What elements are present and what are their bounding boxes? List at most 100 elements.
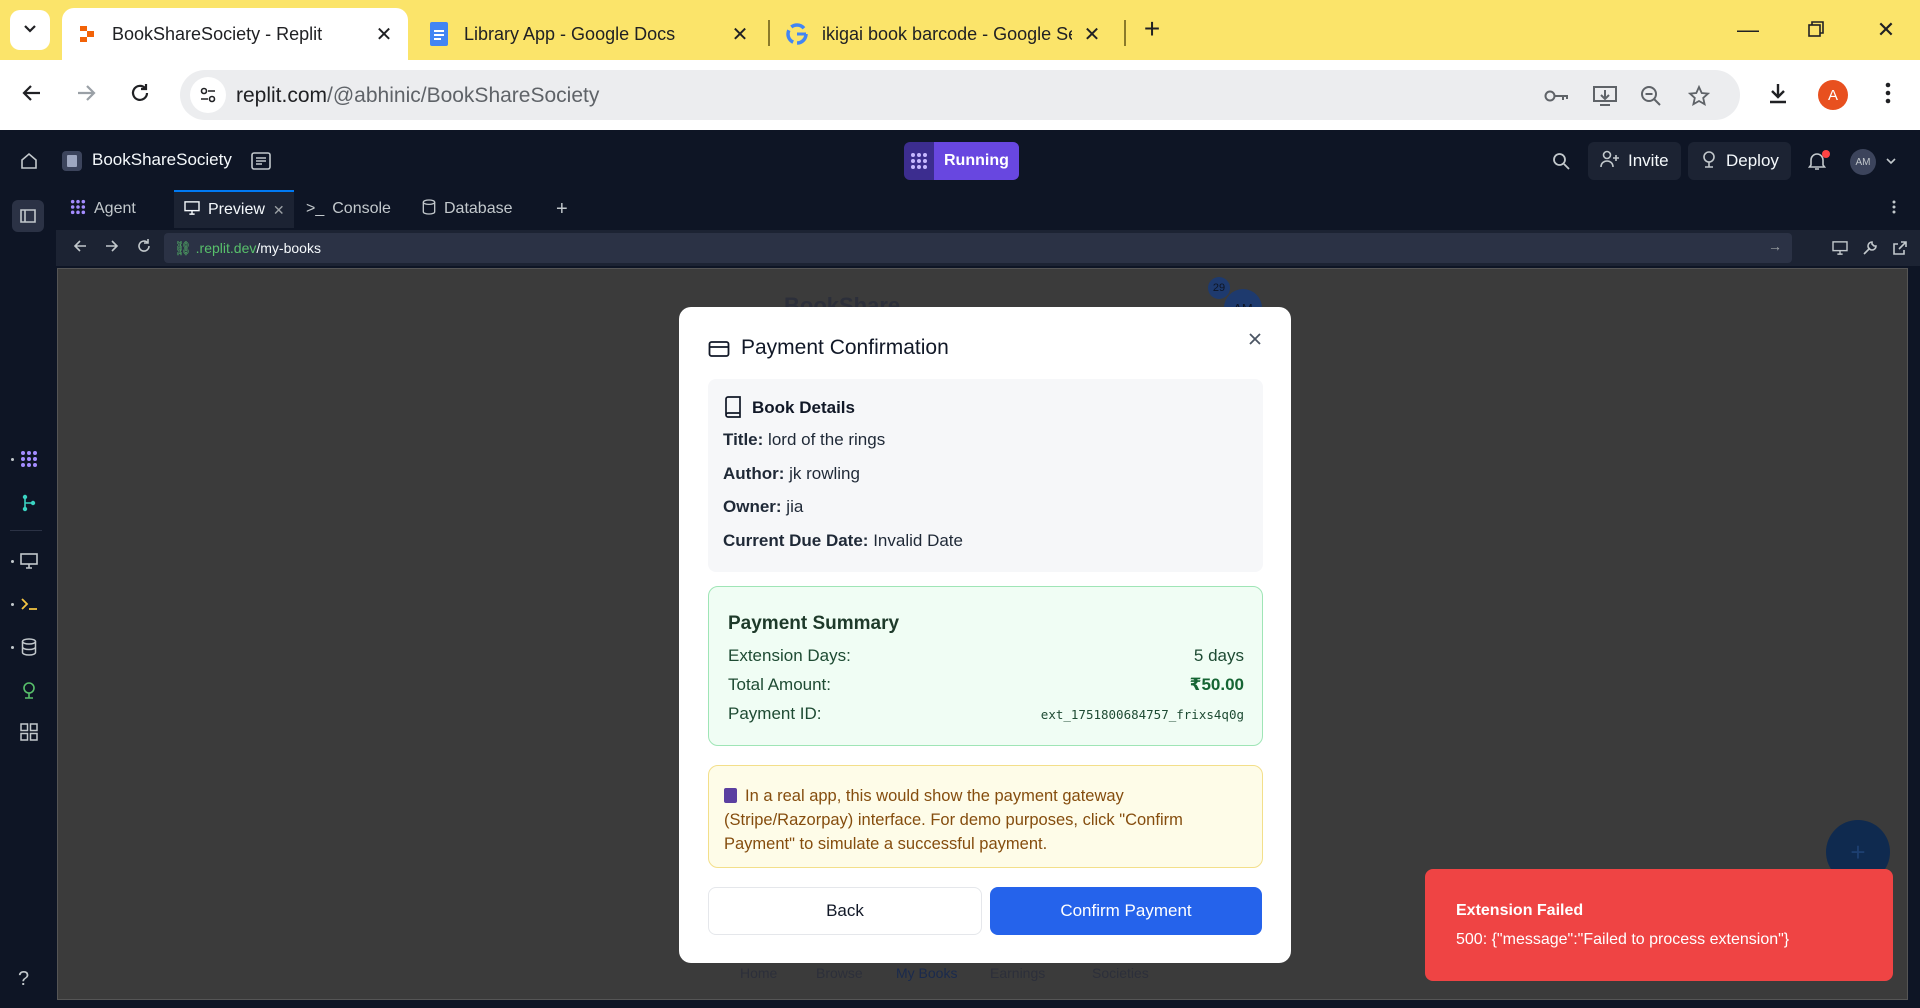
tab-database[interactable]: Database	[412, 190, 532, 228]
user-avatar[interactable]: AM	[1850, 149, 1876, 175]
repl-name[interactable]: BookShareSociety	[92, 150, 232, 170]
rail-dot	[11, 458, 14, 461]
help-icon[interactable]: ?	[18, 968, 29, 991]
tab-label: Preview	[208, 201, 265, 218]
monitor-icon[interactable]	[16, 548, 42, 574]
nav-home[interactable]: Home	[740, 965, 777, 981]
tab-title: BookShareSociety - Replit	[112, 23, 323, 44]
invite-button[interactable]: Invite	[1588, 142, 1681, 180]
toast-title: Extension Failed	[1456, 902, 1584, 919]
search-icon[interactable]	[1548, 148, 1574, 174]
total-amount-row: Total Amount: ₹50.00	[728, 675, 1244, 694]
tab-title: ikigai book barcode - Google Se	[822, 23, 1072, 44]
preview-reload-button[interactable]	[130, 234, 158, 262]
agent-icon[interactable]	[16, 446, 42, 472]
preview-back-button[interactable]	[66, 234, 94, 262]
reload-button[interactable]	[122, 77, 158, 113]
rail-separator	[10, 530, 42, 531]
close-icon[interactable]	[1243, 327, 1267, 351]
close-icon[interactable]: ✕	[1080, 22, 1104, 46]
chevron-down-icon	[22, 20, 38, 41]
window-close-button[interactable]: ✕	[1866, 12, 1906, 48]
deployments-icon[interactable]	[16, 677, 42, 703]
book-icon	[725, 396, 741, 418]
terminal-icon[interactable]	[16, 591, 42, 617]
browser-menu-button[interactable]	[1870, 77, 1906, 113]
preview-url: ⛓ .replit.dev/my-books	[174, 240, 321, 256]
back-button[interactable]: Back	[708, 887, 982, 935]
invite-label: Invite	[1628, 151, 1669, 170]
run-status-button[interactable]: Running	[904, 142, 1019, 180]
restore-button[interactable]	[1796, 12, 1836, 48]
google-icon	[786, 23, 808, 45]
database-icon[interactable]	[16, 634, 42, 660]
nav-browse[interactable]: Browse	[816, 965, 863, 981]
chevron-down-icon[interactable]	[1884, 148, 1898, 174]
tab-label: Console	[332, 200, 391, 217]
repl-info-icon[interactable]	[248, 148, 274, 174]
arrow-right-icon[interactable]: →	[1768, 238, 1782, 254]
zoom-icon[interactable]	[1638, 83, 1664, 109]
confirm-payment-button[interactable]: Confirm Payment	[990, 887, 1262, 935]
nav-my-books[interactable]: My Books	[896, 965, 957, 981]
tab-agent[interactable]: Agent	[60, 190, 172, 228]
demo-note: In a real app, this would show the payme…	[708, 765, 1263, 868]
bookmark-star-icon[interactable]	[1686, 83, 1712, 109]
demo-note-text: In a real app, this would show the payme…	[724, 787, 1183, 853]
browser-tab-google[interactable]: ikigai book barcode - Google Se ✕	[772, 8, 1116, 60]
back-button[interactable]	[14, 77, 50, 113]
nav-earnings[interactable]: Earnings	[990, 965, 1045, 981]
downloads-button[interactable]	[1760, 77, 1796, 113]
git-branch-icon[interactable]	[16, 490, 42, 516]
tab-label: Agent	[94, 200, 136, 217]
file-tree-toggle-icon[interactable]	[12, 200, 44, 232]
address-bar[interactable]: replit.com/@abhinic/BookShareSociety	[180, 70, 1740, 120]
download-icon	[1766, 81, 1790, 110]
new-tab-button[interactable]: +	[1137, 13, 1167, 44]
google-docs-icon	[428, 22, 450, 46]
key-icon[interactable]	[1544, 83, 1570, 109]
site-info-icon[interactable]	[190, 77, 226, 113]
deploy-label: Deploy	[1726, 151, 1779, 170]
agent-icon	[70, 199, 86, 220]
tab-console[interactable]: >_ Console	[296, 190, 406, 228]
devtools-wrench-icon[interactable]	[1856, 234, 1884, 262]
plus-icon: +	[556, 197, 568, 220]
preview-forward-button[interactable]	[98, 234, 126, 262]
deploy-button[interactable]: Deploy	[1688, 142, 1791, 180]
close-icon[interactable]: ✕	[728, 22, 752, 46]
nav-societies[interactable]: Societies	[1092, 965, 1149, 981]
tab-search-button[interactable]	[10, 10, 50, 50]
tab-separator	[768, 20, 770, 46]
all-tools-icon[interactable]	[16, 719, 42, 745]
forward-button[interactable]	[68, 77, 104, 113]
install-app-icon[interactable]	[1592, 83, 1618, 109]
new-pane-tab-button[interactable]: +	[546, 190, 582, 228]
arrow-right-icon	[75, 82, 97, 109]
close-icon[interactable]: ✕	[372, 22, 396, 46]
minimize-button[interactable]: —	[1728, 12, 1768, 48]
agent-grid-icon	[904, 142, 934, 180]
payment-id-row: Payment ID: ext_1751800684757_frixs4q0g	[728, 704, 1244, 723]
preview-url-bar[interactable]: ⛓ .replit.dev/my-books →	[164, 233, 1792, 263]
credit-card-icon	[708, 341, 730, 357]
preview-toolbar: ⛓ .replit.dev/my-books →	[56, 230, 1920, 266]
monitor-icon	[184, 200, 200, 220]
browser-tab-docs[interactable]: Library App - Google Docs ✕	[414, 8, 764, 60]
home-icon[interactable]	[16, 148, 42, 174]
rail-dot	[11, 603, 14, 606]
replit-header: BookShareSociety Running Invite Deploy A…	[0, 130, 1920, 192]
open-in-new-tab-icon[interactable]	[1886, 234, 1914, 262]
profile-avatar[interactable]: A	[1818, 80, 1848, 110]
plus-icon: +	[1850, 836, 1866, 867]
reload-icon	[136, 238, 152, 259]
arrow-left-icon	[21, 82, 43, 109]
minimize-icon: —	[1737, 17, 1759, 42]
browser-tab-replit[interactable]: BookShareSociety - Replit ✕	[62, 8, 408, 60]
notification-badge: 29	[1208, 277, 1230, 299]
pane-menu-button[interactable]	[1882, 190, 1912, 228]
tab-preview[interactable]: Preview ✕	[174, 190, 294, 228]
devices-icon[interactable]	[1826, 234, 1854, 262]
close-icon[interactable]: ✕	[273, 202, 285, 219]
kebab-menu-icon	[1885, 82, 1891, 109]
